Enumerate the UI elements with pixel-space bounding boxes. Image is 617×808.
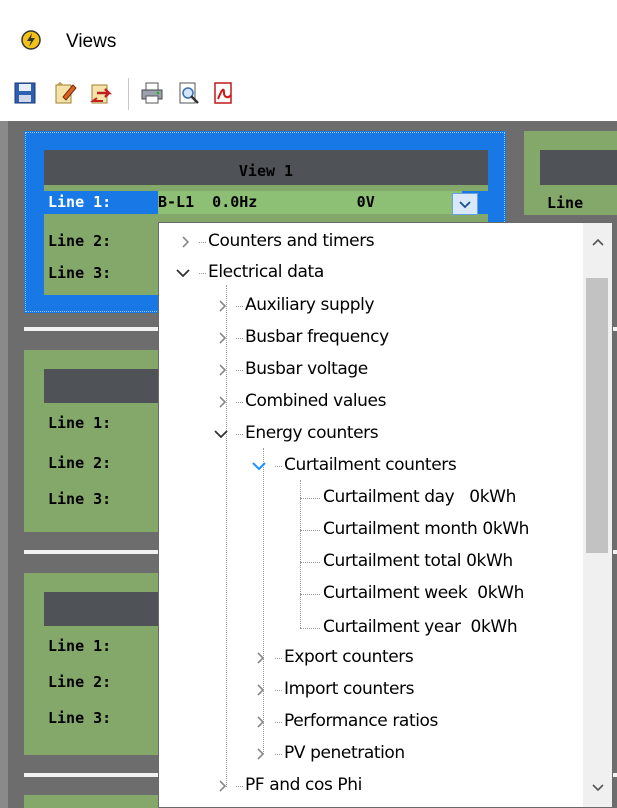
tree-item-curtailment-month[interactable]: Curtailment month 0kWh (323, 519, 529, 539)
swap-icon[interactable] (89, 81, 113, 105)
tree-item-curtailment-year[interactable]: Curtailment year 0kWh (323, 617, 518, 637)
tree-item-pv-penetration[interactable]: PV penetration (284, 743, 405, 763)
tree-item-busbar-frequency[interactable]: Busbar frequency (245, 327, 389, 347)
tree-item-counters-and-timers[interactable]: Counters and timers (208, 231, 375, 251)
chevron-right-icon[interactable] (215, 331, 229, 345)
app-icon (21, 30, 41, 50)
chevron-down-icon[interactable] (175, 266, 191, 280)
tree-line (226, 285, 227, 787)
tree-line (300, 480, 301, 628)
chevron-right-icon[interactable] (253, 683, 267, 697)
toolbar-separator (128, 78, 129, 110)
chevron-right-icon[interactable] (215, 363, 229, 377)
chevron-down-icon (459, 201, 471, 209)
view-1-title: View 1 (44, 150, 488, 185)
scroll-up-icon[interactable] (590, 236, 606, 248)
print-preview-icon[interactable] (177, 81, 201, 105)
tree-item-import-counters[interactable]: Import counters (284, 679, 414, 699)
view-4-panel[interactable] (24, 795, 164, 808)
view-3-line-2-label: Line 2: (48, 673, 112, 691)
tree-line (236, 434, 243, 435)
view-2-line-2-label: Line 2: (48, 454, 112, 472)
tree-line (236, 370, 243, 371)
tree-line (300, 498, 320, 499)
view-right-title (540, 150, 617, 185)
chevron-right-icon[interactable] (253, 651, 267, 665)
chevron-down-icon[interactable] (213, 427, 229, 441)
tree-line (199, 273, 206, 274)
view-2-line-1-label: Line 1: (48, 414, 112, 432)
tree-line (275, 722, 282, 723)
line-1-dropdown-button[interactable] (452, 193, 478, 215)
view-1-line-1-row[interactable]: Line 1: B-L1 0.0Hz 0V (44, 191, 488, 214)
tree-item-performance-ratios[interactable]: Performance ratios (284, 711, 438, 731)
tree-item-curtailment-day[interactable]: Curtailment day 0kWh (323, 487, 516, 507)
print-icon[interactable] (140, 81, 164, 105)
edit-icon[interactable] (53, 81, 77, 105)
tree-item-curtailment-counters[interactable]: Curtailment counters (284, 455, 457, 475)
view-3-line-3-label: Line 3: (48, 709, 112, 727)
chevron-right-icon[interactable] (215, 299, 229, 313)
tree-line (275, 690, 282, 691)
tree-item-export-counters[interactable]: Export counters (284, 647, 414, 667)
view-3-title (44, 592, 164, 626)
tree-item-energy-counters[interactable]: Energy counters (245, 423, 379, 443)
chevron-right-icon[interactable] (178, 235, 192, 249)
view-1-line-1-label: Line 1: (48, 193, 112, 211)
view-right-line-1-label: Line (547, 194, 593, 212)
scrollbar-thumb[interactable] (586, 278, 608, 553)
tree-item-curtailment-week[interactable]: Curtailment week 0kWh (323, 583, 524, 603)
tree-item-pf-and-cos-phi[interactable]: PF and cos Phi (245, 775, 362, 795)
view-2-line-3-label: Line 3: (48, 490, 112, 508)
tree-line (300, 628, 320, 629)
view-1-line-2-label: Line 2: (48, 232, 112, 250)
canvas-edge (0, 121, 8, 808)
tree-item-curtailment-total[interactable]: Curtailment total 0kWh (323, 551, 513, 571)
tree-line (275, 754, 282, 755)
tree-line (275, 658, 282, 659)
save-icon[interactable] (13, 81, 37, 105)
window-title: Views (66, 31, 117, 52)
tree-line (275, 466, 282, 467)
tree-line (199, 242, 206, 243)
tree-line (263, 448, 264, 754)
view-1-line-1-value[interactable]: B-L1 0.0Hz 0V (158, 191, 462, 214)
tree-line (236, 338, 243, 339)
pdf-icon[interactable] (212, 81, 236, 105)
tree-line (300, 562, 320, 563)
tree-line (300, 594, 320, 595)
tree-line (236, 306, 243, 307)
tree-line (236, 786, 243, 787)
tree-item-busbar-voltage[interactable]: Busbar voltage (245, 359, 368, 379)
chevron-right-icon[interactable] (253, 747, 267, 761)
view-1-line-3-label: Line 3: (48, 264, 112, 282)
tree-item-auxiliary-supply[interactable]: Auxiliary supply (245, 295, 375, 315)
view-3-line-1-label: Line 1: (48, 637, 112, 655)
chevron-right-icon[interactable] (215, 395, 229, 409)
view-2-title (44, 369, 164, 403)
chevron-right-icon[interactable] (215, 779, 229, 793)
scroll-down-icon[interactable] (590, 782, 606, 794)
chevron-down-icon[interactable] (251, 459, 267, 473)
chevron-right-icon[interactable] (253, 715, 267, 729)
tree-line (236, 402, 243, 403)
tree-line (300, 530, 320, 531)
tree-item-combined-values[interactable]: Combined values (245, 391, 386, 411)
tree-item-electrical-data[interactable]: Electrical data (208, 262, 324, 282)
